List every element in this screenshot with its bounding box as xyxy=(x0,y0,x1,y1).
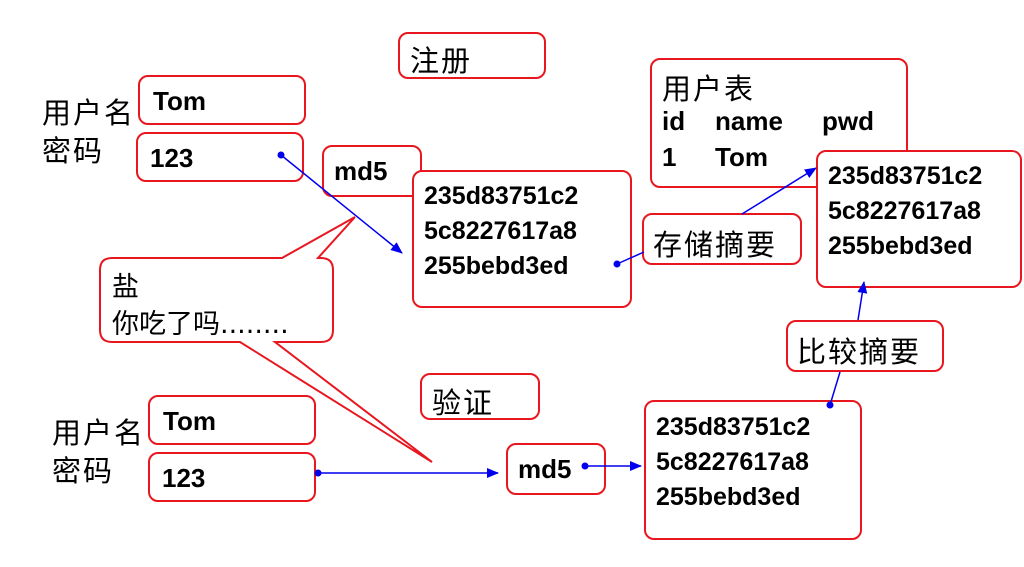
arrow-store-to-table xyxy=(741,167,817,215)
dot-register-password xyxy=(277,151,285,159)
dot-verify-hash xyxy=(826,401,834,409)
flow-arrows xyxy=(277,151,868,478)
arrow-password-to-hash xyxy=(280,154,403,254)
dot-verify-md5 xyxy=(581,462,589,470)
arrow-compare-to-stored xyxy=(857,281,868,321)
arrow-hash-to-table xyxy=(616,251,645,265)
arrow-verify-hash-to-compare xyxy=(829,371,841,406)
dot-verify-password xyxy=(314,469,322,477)
dot-register-hash xyxy=(613,260,621,268)
